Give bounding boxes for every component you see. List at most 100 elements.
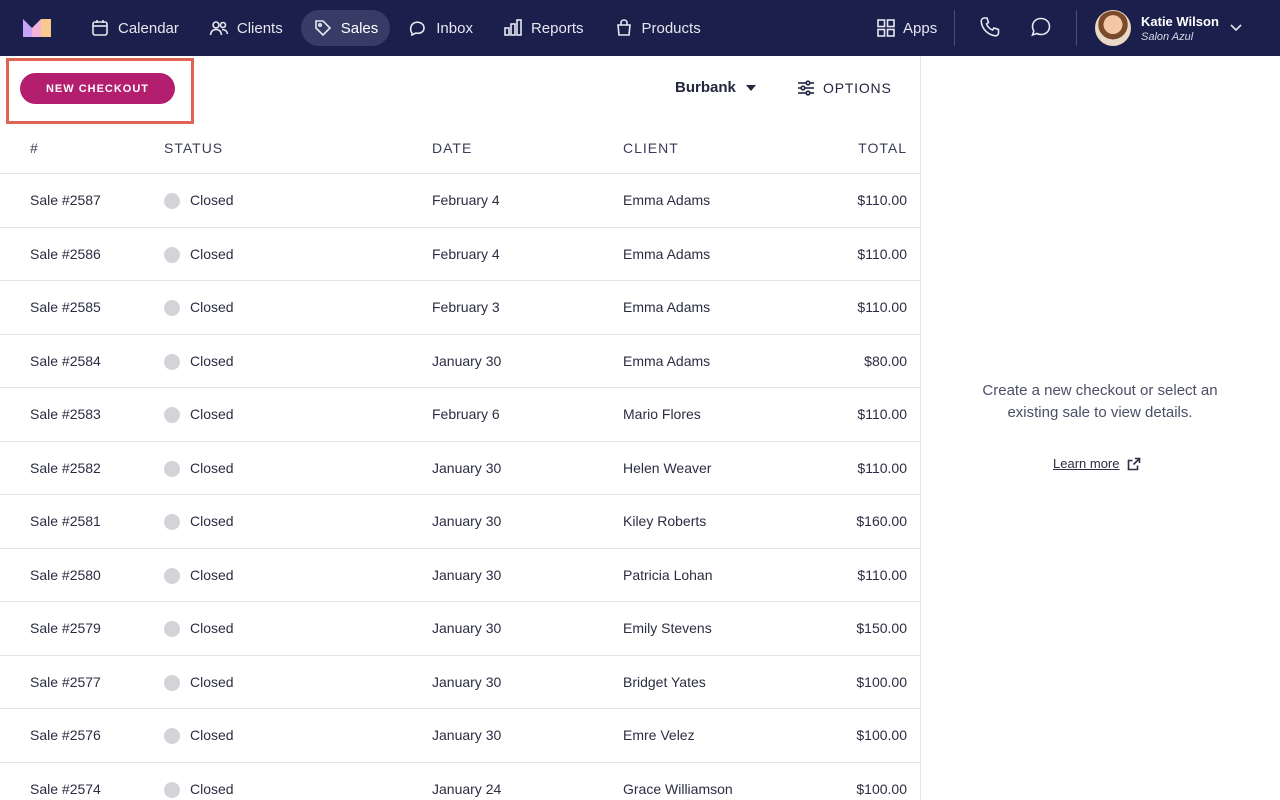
client-name: Kiley Roberts xyxy=(623,513,707,529)
sale-number: Sale #2586 xyxy=(30,245,101,262)
table-row[interactable]: Sale #2581 Closed January 30 Kiley Roberts $… xyxy=(0,495,920,549)
nav-item-products[interactable]: Products xyxy=(602,10,713,46)
nav-item-clients[interactable]: Clients xyxy=(197,10,295,46)
learn-more-label: Learn more xyxy=(1053,456,1120,471)
new-checkout-button[interactable]: NEW CHECKOUT xyxy=(20,73,175,104)
column-header-total[interactable]: TOTAL xyxy=(858,140,907,156)
apps-label: Apps xyxy=(903,19,938,37)
user-menu[interactable]: Katie Wilson Salon Azul xyxy=(1095,10,1219,46)
sale-total: $110.00 xyxy=(857,192,907,208)
status-label: Closed xyxy=(190,727,234,743)
reports-icon xyxy=(504,19,522,36)
options-label: OPTIONS xyxy=(823,80,892,96)
nav-item-inbox[interactable]: Inbox xyxy=(396,10,485,46)
sale-total: $160.00 xyxy=(856,513,907,529)
client-name: Mario Flores xyxy=(623,406,701,422)
sale-total: $80.00 xyxy=(864,352,907,369)
chat-bubble-icon xyxy=(1031,17,1051,37)
inbox-icon xyxy=(410,21,426,37)
sale-date: January 30 xyxy=(432,566,502,583)
sale-date: February 6 xyxy=(432,406,500,422)
nav-item-reports[interactable]: Reports xyxy=(491,10,596,46)
sale-date: February 4 xyxy=(432,192,500,208)
chat-button[interactable] xyxy=(1030,16,1054,40)
clients-icon xyxy=(209,21,229,36)
status-dot-icon xyxy=(164,781,180,798)
sale-date: January 30 xyxy=(432,459,502,476)
table-row[interactable]: Sale #2579 Closed January 30 Emily Stevens $… xyxy=(0,602,920,656)
status-dot-icon xyxy=(164,728,180,744)
column-header-client[interactable]: CLIENT xyxy=(623,140,679,156)
nav-divider xyxy=(1076,10,1077,46)
sale-date: January 30 xyxy=(432,513,502,529)
user-name: Katie Wilson xyxy=(1141,13,1219,29)
status-label: Closed xyxy=(190,406,234,422)
main-nav: Calendar Clients Sales Inbox Reports Pro… xyxy=(78,10,719,46)
status-dot-icon xyxy=(164,674,180,691)
options-button[interactable]: OPTIONS xyxy=(797,79,892,97)
table-row[interactable]: Sale #2576 Closed January 30 Emre Velez $100… xyxy=(0,709,920,763)
table-row[interactable]: Sale #2587 Closed February 4 Emma Adams $110… xyxy=(0,174,920,228)
status-dot-icon xyxy=(164,246,180,263)
phone-button[interactable] xyxy=(979,16,1003,40)
sale-total: $100.00 xyxy=(856,780,907,797)
sale-total: $110.00 xyxy=(857,406,907,422)
nav-item-sales[interactable]: Sales xyxy=(300,10,391,46)
table-row[interactable]: Sale #2584 Closed January 30 Emma Adams $80.… xyxy=(0,335,920,388)
sale-date: January 24 xyxy=(432,780,502,797)
table-row[interactable]: Sale #2582 Closed January 30 Helen Weaver $1… xyxy=(0,442,920,495)
sale-number: Sale #2577 xyxy=(30,673,101,690)
apps-button[interactable]: Apps xyxy=(868,10,945,46)
user-text: Katie Wilson Salon Azul xyxy=(1141,14,1219,43)
table-row[interactable]: Sale #2585 Closed February 3 Emma Adams $110… xyxy=(0,281,920,335)
status-dot-icon xyxy=(164,193,180,209)
table-header: # STATUS DATE CLIENT TOTAL xyxy=(0,120,920,174)
table-row[interactable]: Sale #2580 Closed January 30 Patricia Lohan… xyxy=(0,549,920,602)
status-label: Closed xyxy=(190,192,234,208)
status-label: Closed xyxy=(190,299,234,315)
status-dot-icon xyxy=(164,300,180,316)
location-dropdown[interactable]: Burbank xyxy=(675,79,756,96)
status-label: Closed xyxy=(190,566,234,583)
learn-more-link[interactable]: Learn more xyxy=(1053,456,1141,471)
client-name: Emma Adams xyxy=(623,245,711,262)
nav-item-label: Inbox xyxy=(436,19,473,37)
apps-grid-icon xyxy=(877,19,895,37)
status-dot-icon xyxy=(164,407,180,423)
calendar-icon xyxy=(92,20,108,36)
status-dot-icon xyxy=(164,567,180,584)
nav-item-calendar[interactable]: Calendar xyxy=(78,10,191,46)
client-name: Patricia Lohan xyxy=(623,566,713,583)
logo-icon[interactable] xyxy=(22,16,52,38)
sale-date: February 4 xyxy=(432,245,500,262)
column-header-number[interactable]: # xyxy=(30,140,39,156)
status-label: Closed xyxy=(190,780,234,797)
table-row[interactable]: Sale #2577 Closed January 30 Bridget Yates $… xyxy=(0,656,920,709)
client-name: Emma Adams xyxy=(623,299,711,315)
sale-total: $100.00 xyxy=(856,673,907,690)
nav-item-label: Calendar xyxy=(118,19,179,37)
nav-item-label: Sales xyxy=(340,19,379,37)
column-header-date[interactable]: DATE xyxy=(432,140,472,156)
table-row[interactable]: Sale #2574 Closed January 24 Grace Williams… xyxy=(0,763,920,800)
sale-date: January 30 xyxy=(432,673,502,690)
table-row[interactable]: Sale #2583 Closed February 6 Mario Flores $1… xyxy=(0,388,920,442)
status-dot-icon xyxy=(164,460,180,477)
nav-item-label: Reports xyxy=(530,19,584,37)
table-row[interactable]: Sale #2586 Closed February 4 Emma Adams $110… xyxy=(0,228,920,281)
bag-icon xyxy=(616,19,631,36)
client-name: Emre Velez xyxy=(623,727,695,743)
sale-date: February 3 xyxy=(432,299,500,315)
status-label: Closed xyxy=(190,620,234,636)
status-label: Closed xyxy=(190,673,234,690)
sales-table: # STATUS DATE CLIENT TOTAL Sale #2587 Clo… xyxy=(0,120,920,800)
client-name: Emma Adams xyxy=(623,192,711,208)
sale-number: Sale #2581 xyxy=(30,513,101,529)
column-header-status[interactable]: STATUS xyxy=(164,140,223,156)
status-label: Closed xyxy=(190,245,234,262)
avatar xyxy=(1095,10,1131,46)
chevron-down-icon[interactable] xyxy=(1229,20,1243,34)
client-name: Bridget Yates xyxy=(623,673,706,690)
sliders-icon xyxy=(798,80,814,96)
panel-divider xyxy=(920,56,921,800)
